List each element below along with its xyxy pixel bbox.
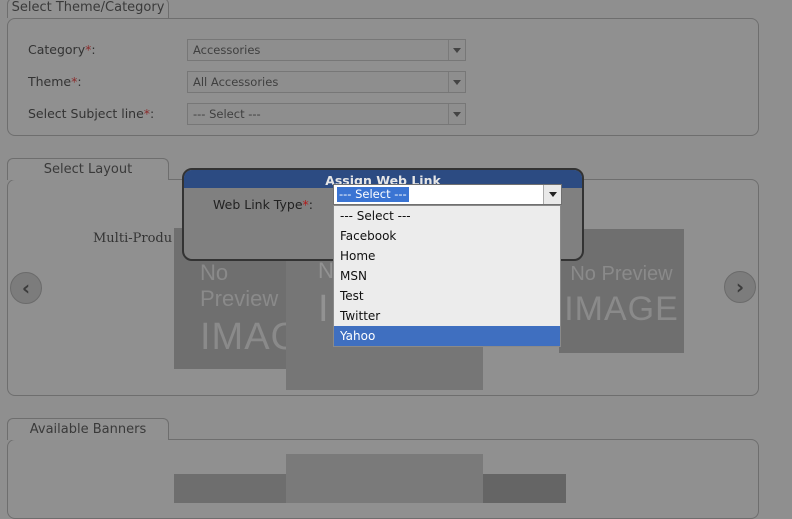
subject-line-select[interactable]: --- Select ---	[187, 103, 466, 125]
banner-thumbnail-2[interactable]	[286, 454, 483, 503]
layout-legend: Select Layout	[7, 158, 169, 180]
option-select[interactable]: --- Select ---	[334, 206, 560, 226]
next-layout-button[interactable]: ›	[724, 271, 756, 303]
option-twitter[interactable]: Twitter	[334, 306, 560, 326]
chevron-down-icon	[448, 40, 465, 60]
category-select[interactable]: Accessories	[187, 39, 466, 61]
option-msn[interactable]: MSN	[334, 266, 560, 286]
chevron-right-icon: ›	[735, 275, 745, 299]
chevron-left-icon: ‹	[21, 276, 31, 300]
web-link-type-value: --- Select ---	[337, 187, 409, 202]
option-yahoo[interactable]: Yahoo	[334, 326, 560, 346]
banners-legend: Available Banners	[7, 418, 169, 440]
chevron-down-icon	[448, 72, 465, 92]
theme-category-legend: Select Theme/Category	[7, 0, 169, 18]
theme-label: Theme*:	[28, 74, 82, 89]
category-label: Category*:	[28, 42, 96, 57]
subject-line-label: Select Subject line*:	[28, 106, 155, 121]
web-link-type-options: --- Select --- Facebook Home MSN Test Tw…	[333, 205, 561, 347]
banner-thumbnail-1[interactable]	[174, 474, 288, 503]
prev-layout-button[interactable]: ‹	[10, 272, 42, 304]
web-link-type-select[interactable]: --- Select ---	[333, 184, 562, 205]
chevron-down-icon	[448, 104, 465, 124]
chevron-down-icon	[543, 185, 561, 204]
option-facebook[interactable]: Facebook	[334, 226, 560, 246]
option-test[interactable]: Test	[334, 286, 560, 306]
option-home[interactable]: Home	[334, 246, 560, 266]
theme-select[interactable]: All Accessories	[187, 71, 466, 93]
banner-thumbnail-3[interactable]	[483, 474, 566, 503]
layout-name: Multi-Produ	[93, 231, 173, 246]
web-link-type-label: Web Link Type*:	[213, 197, 313, 212]
